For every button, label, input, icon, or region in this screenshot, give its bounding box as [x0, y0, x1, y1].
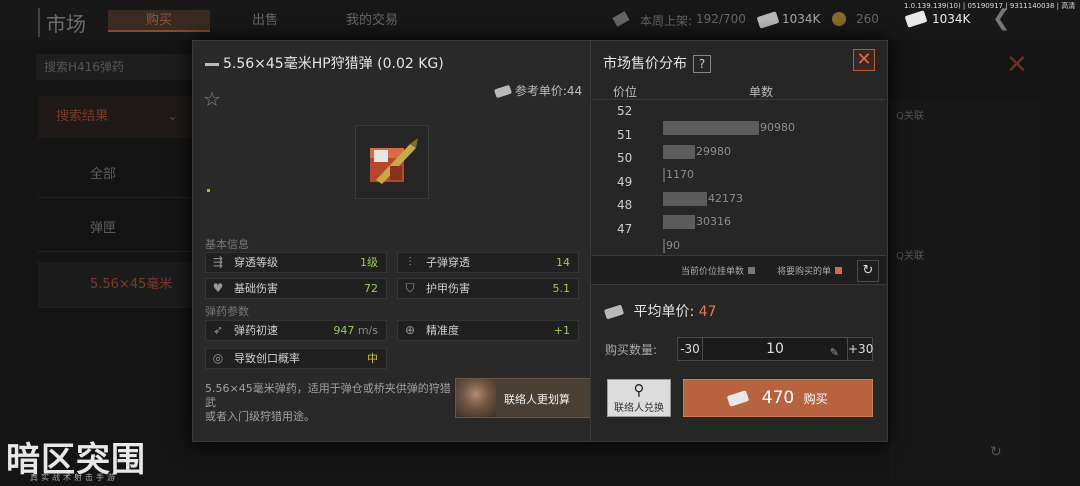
search-input[interactable]: 搜索H416弹药 — [36, 54, 196, 80]
link-button[interactable]: Q关联 — [896, 248, 944, 266]
histogram-bar — [663, 215, 695, 229]
coin-balance: 260 — [856, 12, 879, 26]
market-panel: 市场售价分布? ✕ 价位 单数 52 90980 51 29980 50 1170 49 42… — [590, 41, 887, 441]
legend-swatch-buy — [835, 267, 843, 274]
stat-wound-chance: ◎ 导致创口概率 中 — [205, 348, 387, 369]
histogram-count-label: 90980 — [760, 121, 795, 134]
item-detail-dialog: 5.56×45毫米HP狩猎弹 (0.02 KG) 参考单价:44 ☆ 基本信息 … — [192, 40, 888, 442]
histogram-price-label: 47 — [617, 221, 633, 236]
tab-my-trades[interactable]: 我的交易 — [326, 10, 418, 32]
armor-damage-icon: ⛉ — [405, 281, 415, 295]
histogram-count-label: 29980 — [696, 144, 731, 158]
page-title: 市场 — [38, 8, 86, 37]
velocity-icon: ➶ — [212, 323, 224, 337]
stat-accuracy: ⊕ 精准度 +1 — [397, 320, 579, 341]
search-icon: ⚲ — [633, 381, 645, 399]
background-panel — [890, 100, 1040, 480]
back-chevron-icon[interactable]: ❮ — [992, 6, 1010, 31]
stat-penetration-level: ⇶ 穿透等级 1级 — [205, 252, 387, 273]
game-logo-subtitle: 真实战术射击手游 — [30, 473, 118, 482]
broken-heart-icon: ♥ — [212, 281, 224, 295]
listing-count: 192/700 — [696, 12, 746, 26]
item-title: 5.56×45毫米HP狩猎弹 (0.02 KG) — [205, 53, 444, 73]
ammo-box-icon — [370, 138, 418, 184]
legend-current-orders: 当前价位挂单数 — [681, 264, 756, 277]
section-ammo-params: 弹药参数 — [205, 305, 249, 318]
col-header-price: 价位 — [613, 85, 638, 99]
section-basic-info: 基本信息 — [205, 238, 249, 251]
histogram-price-label: 51 — [617, 127, 633, 142]
contact-avatar — [456, 379, 496, 417]
stat-muzzle-velocity: ➶ 弹药初速 947 m/s — [205, 320, 387, 341]
refresh-button[interactable]: ↻ — [857, 260, 879, 282]
stat-base-damage: ♥ 基础伤害 72 — [205, 278, 387, 299]
category-ammo[interactable]: 5.56×45毫米 — [38, 262, 194, 308]
item-description: 5.56×45毫米弹药，适用于弹仓或桥夹供弹的狩猎武 或者入门级狩猎用途。 — [205, 382, 451, 423]
wound-target-icon: ◎ — [212, 351, 224, 365]
histogram-price-label: 49 — [617, 174, 633, 189]
item-info-panel: 5.56×45毫米HP狩猎弹 (0.02 KG) 参考单价:44 ☆ 基本信息 … — [193, 41, 605, 441]
category-all[interactable]: 全部 — [38, 152, 194, 198]
status-dot — [207, 189, 210, 192]
histogram-count-label: 1170 — [666, 168, 694, 181]
col-header-count: 单数 — [749, 85, 774, 99]
cash-balance-main: 1034K — [932, 12, 971, 26]
close-button[interactable]: ✕ — [853, 49, 875, 71]
histogram-count-label: 42173 — [708, 191, 743, 205]
buy-button[interactable]: 470 购买 — [683, 379, 873, 417]
pencil-icon: ✎ — [829, 346, 839, 359]
reference-price: 参考单价:44 — [494, 82, 582, 99]
histogram-price-label: 50 — [617, 151, 633, 165]
histogram-bar — [663, 191, 707, 206]
version-text: 1.0.139.139(10) | 05190917 | 9311140038 … — [904, 2, 1076, 10]
histogram-count-label: 90 — [666, 238, 680, 252]
cash-icon — [727, 389, 750, 407]
quantity-minus-button[interactable]: -30 — [677, 337, 703, 361]
favorite-star-icon[interactable]: ☆ — [203, 87, 221, 111]
histogram-count-label: 30316 — [696, 215, 731, 228]
quantity-plus-button[interactable]: +30 — [847, 337, 873, 361]
crosshair-icon: ⊕ — [404, 323, 416, 337]
results-dropdown[interactable]: 搜索结果 ⌄ — [38, 96, 194, 138]
results-label: 搜索结果 — [56, 109, 109, 124]
legend-swatch-current — [748, 267, 756, 274]
price-histogram: 52 90980 51 29980 50 1170 49 42173 48 30316 47 90 — [591, 99, 886, 257]
refresh-icon[interactable]: ↻ — [990, 444, 1002, 460]
histogram-bar — [663, 238, 665, 253]
tab-buy[interactable]: 购买 — [108, 10, 210, 32]
market-title: 市场售价分布? — [603, 53, 711, 73]
quantity-label: 购买数量: — [605, 343, 658, 357]
histogram-bar — [663, 144, 695, 159]
legend-to-buy: 将要购买的单 — [777, 264, 843, 277]
bullet-pen-icon: ⫶ — [408, 255, 412, 269]
cash-icon — [494, 84, 512, 99]
category-magazine[interactable]: 弹匣 — [38, 206, 194, 252]
coin-icon — [832, 12, 846, 26]
histogram-legend: 当前价位挂单数 将要购买的单 ↻ — [591, 255, 886, 285]
close-icon[interactable]: ✕ — [1006, 50, 1028, 80]
histogram-price-label: 52 — [617, 104, 633, 118]
cash-balance: 1034K — [782, 12, 821, 26]
penetration-icon: ⇶ — [212, 255, 224, 269]
help-icon[interactable]: ? — [693, 55, 711, 73]
histogram-price-label: 48 — [617, 198, 633, 212]
chevron-down-icon: ⌄ — [167, 109, 178, 124]
quantity-input[interactable]: 10 ✎ — [703, 337, 847, 361]
item-image — [355, 125, 429, 199]
listing-label: 本周上架: — [640, 14, 693, 28]
histogram-bar — [663, 121, 759, 135]
stat-armor-damage: ⛉ 护甲伤害 5.1 — [397, 278, 579, 299]
histogram-bar — [663, 168, 665, 182]
bullet-icon — [205, 62, 219, 66]
contact-promo[interactable]: 联络人更划算 — [455, 378, 605, 418]
average-price: 平均单价: 47 — [603, 301, 716, 321]
cash-icon — [603, 304, 625, 320]
contact-exchange-button[interactable]: ⚲ 联络人兑换 — [607, 379, 671, 417]
link-button[interactable]: Q关联 — [896, 108, 944, 126]
tab-sell[interactable]: 出售 — [222, 10, 308, 32]
stat-bullet-penetration: ⫶ 子弹穿透 14 — [397, 252, 579, 273]
